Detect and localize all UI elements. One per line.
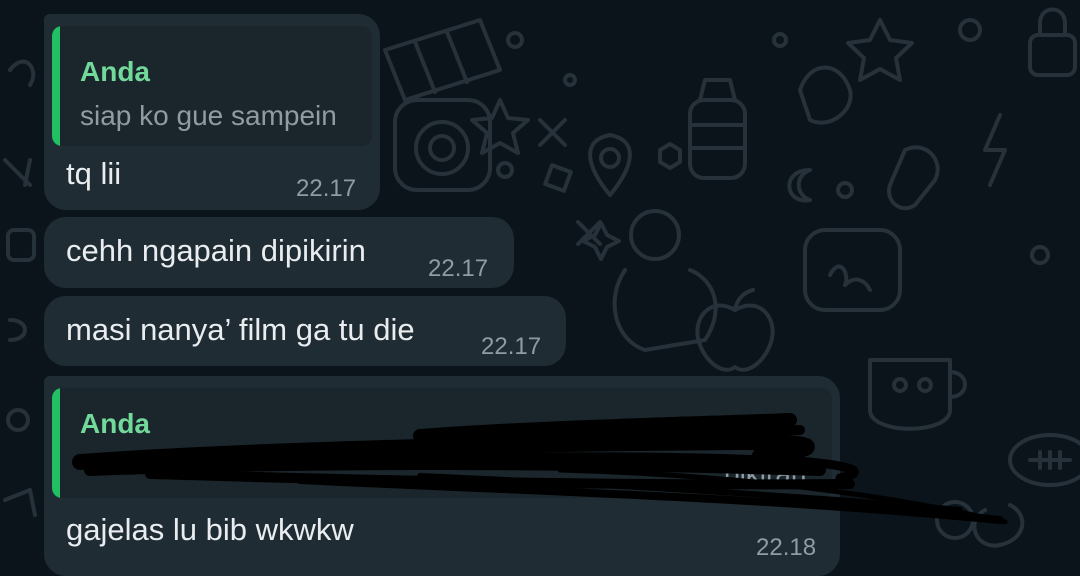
message-text: masi nanya’ film ga tu die [66, 312, 415, 347]
message-timestamp: 22.17 [296, 175, 357, 202]
message-text: gajelas lu bib wkwkw [66, 512, 354, 547]
quote-text: siap ko gue sampein [80, 100, 337, 131]
message-timestamp: 22.17 [481, 333, 542, 360]
quoted-message[interactable]: Anda pikiran [52, 388, 832, 498]
message-bubble[interactable]: Anda siap ko gue sampein tq lii 22.17 [44, 14, 380, 210]
quote-accent-bar [52, 388, 60, 498]
quote-text: pikiran [724, 458, 807, 489]
message-text: cehh ngapain dipikirin [66, 233, 366, 268]
chat-message-list[interactable]: Anda siap ko gue sampein tq lii 22.17 ce… [0, 0, 1080, 576]
message-text: tq lii [66, 156, 122, 191]
message-bubble[interactable]: cehh ngapain dipikirin 22.17 [44, 217, 514, 288]
message-timestamp: 22.18 [756, 534, 817, 561]
quoted-message[interactable]: Anda siap ko gue sampein [52, 26, 372, 146]
message-timestamp: 22.17 [428, 255, 489, 282]
message-bubble[interactable]: masi nanya’ film ga tu die 22.17 [44, 296, 566, 366]
message-bubble[interactable]: Anda pikiran gajelas lu bib wkwkw 22.18 [44, 376, 840, 576]
quote-author: Anda [80, 408, 150, 439]
quote-author: Anda [80, 56, 150, 87]
quote-accent-bar [52, 26, 60, 146]
